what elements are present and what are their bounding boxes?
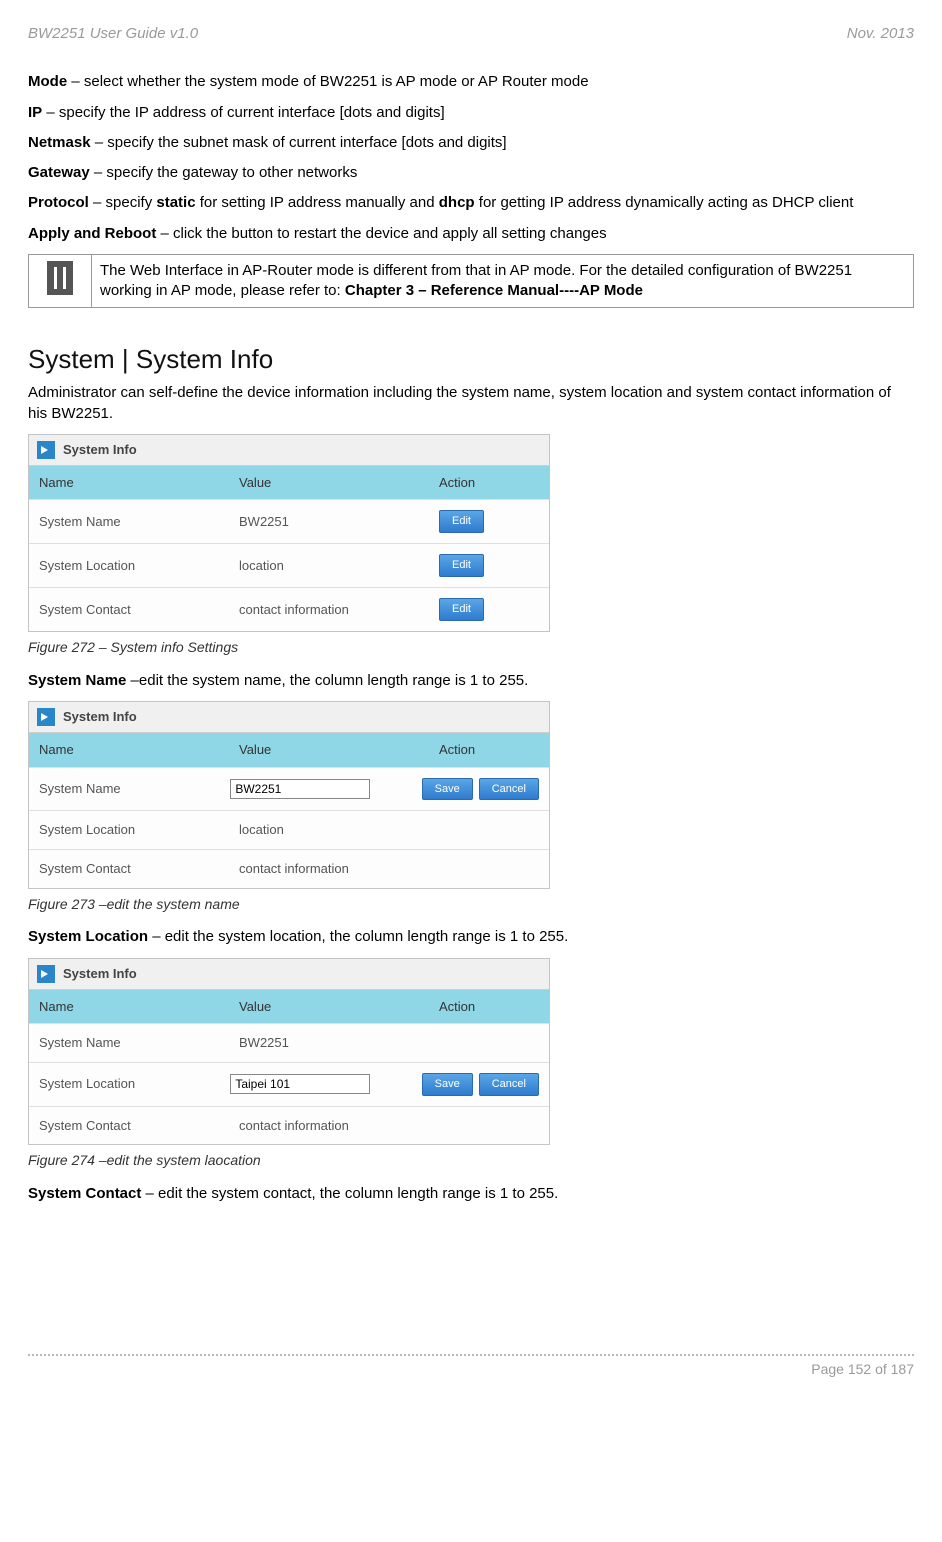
row-contact-value: contact information (229, 591, 429, 629)
row-location-label: System Location (29, 1065, 220, 1103)
system-location-input[interactable] (230, 1074, 370, 1094)
figure-272: System Info Name Value Action System Nam… (28, 434, 550, 632)
col-header-value: Value (229, 733, 429, 767)
panel-title: System Info (29, 959, 549, 990)
panel-title: System Info (29, 435, 549, 466)
header-left: BW2251 User Guide v1.0 (28, 24, 198, 44)
text-system-location: System Location – edit the system locati… (28, 927, 914, 947)
col-header-action: Action (429, 733, 549, 767)
row-contact-value: contact information (229, 1107, 429, 1145)
col-header-name: Name (29, 733, 229, 767)
table-row: System Location location Edit (29, 543, 549, 587)
panel-title-text: System Info (63, 708, 137, 726)
info-icon (47, 261, 73, 295)
col-header-value: Value (229, 990, 429, 1024)
note-icon-cell (29, 254, 92, 308)
row-contact-label: System Contact (29, 591, 229, 629)
table-row: System Name BW2251 (29, 1023, 549, 1062)
col-header-name: Name (29, 466, 229, 500)
table-row: System Location location (29, 810, 549, 849)
figure-caption-273: Figure 273 –edit the system name (28, 895, 914, 914)
header-right: Nov. 2013 (847, 24, 914, 44)
def-protocol: Protocol – specify static for setting IP… (28, 193, 914, 213)
def-netmask: Netmask – specify the subnet mask of cur… (28, 133, 914, 153)
arrow-icon (37, 965, 55, 983)
note-box: The Web Interface in AP-Router mode is d… (28, 254, 914, 309)
def-apply: Apply and Reboot – click the button to r… (28, 224, 914, 244)
row-contact-label: System Contact (29, 850, 229, 888)
edit-button[interactable]: Edit (439, 510, 484, 533)
panel-title-text: System Info (63, 441, 137, 459)
row-contact-label: System Contact (29, 1107, 229, 1145)
cancel-button[interactable]: Cancel (479, 778, 539, 801)
page-number: Page 152 of 187 (811, 1361, 914, 1377)
col-header-name: Name (29, 990, 229, 1024)
row-location-value: location (229, 811, 429, 849)
figure-caption-272: Figure 272 – System info Settings (28, 638, 914, 657)
edit-button[interactable]: Edit (439, 554, 484, 577)
row-location-value: location (229, 547, 429, 585)
table-row: System Contact contact information (29, 1106, 549, 1145)
arrow-icon (37, 441, 55, 459)
section-intro: Administrator can self-define the device… (28, 383, 914, 424)
row-location-label: System Location (29, 811, 229, 849)
col-header-action: Action (429, 990, 549, 1024)
save-button[interactable]: Save (422, 778, 473, 801)
text-system-contact: System Contact – edit the system contact… (28, 1184, 914, 1204)
page-header: BW2251 User Guide v1.0 Nov. 2013 (28, 24, 914, 44)
table-row: System Contact contact information (29, 849, 549, 888)
row-name-value: BW2251 (229, 1024, 429, 1062)
row-name-label: System Name (29, 503, 229, 541)
col-header-action: Action (429, 466, 549, 500)
save-button[interactable]: Save (422, 1073, 473, 1096)
arrow-icon (37, 708, 55, 726)
figure-caption-274: Figure 274 –edit the system laocation (28, 1151, 914, 1170)
note-text: The Web Interface in AP-Router mode is d… (92, 254, 914, 308)
system-name-input[interactable] (230, 779, 370, 799)
table-header: Name Value Action (29, 733, 549, 767)
figure-273: System Info Name Value Action System Nam… (28, 701, 550, 888)
table-row: System Location Save Cancel (29, 1062, 549, 1106)
row-name-value: BW2251 (229, 503, 429, 541)
row-name-label: System Name (29, 770, 220, 808)
row-name-label: System Name (29, 1024, 229, 1062)
edit-button[interactable]: Edit (439, 598, 484, 621)
section-heading: System | System Info (28, 342, 914, 377)
table-row: System Contact contact information Edit (29, 587, 549, 631)
figure-274: System Info Name Value Action System Nam… (28, 958, 550, 1145)
table-header: Name Value Action (29, 466, 549, 500)
table-header: Name Value Action (29, 990, 549, 1024)
row-location-label: System Location (29, 547, 229, 585)
panel-title-text: System Info (63, 965, 137, 983)
panel-title: System Info (29, 702, 549, 733)
table-row: System Name Save Cancel (29, 767, 549, 811)
def-gateway: Gateway – specify the gateway to other n… (28, 163, 914, 183)
table-row: System Name BW2251 Edit (29, 499, 549, 543)
page-footer: Page 152 of 187 (28, 1354, 914, 1379)
cancel-button[interactable]: Cancel (479, 1073, 539, 1096)
col-header-value: Value (229, 466, 429, 500)
def-ip: IP – specify the IP address of current i… (28, 103, 914, 123)
row-contact-value: contact information (229, 850, 429, 888)
def-mode: Mode – select whether the system mode of… (28, 72, 914, 92)
text-system-name: System Name –edit the system name, the c… (28, 671, 914, 691)
